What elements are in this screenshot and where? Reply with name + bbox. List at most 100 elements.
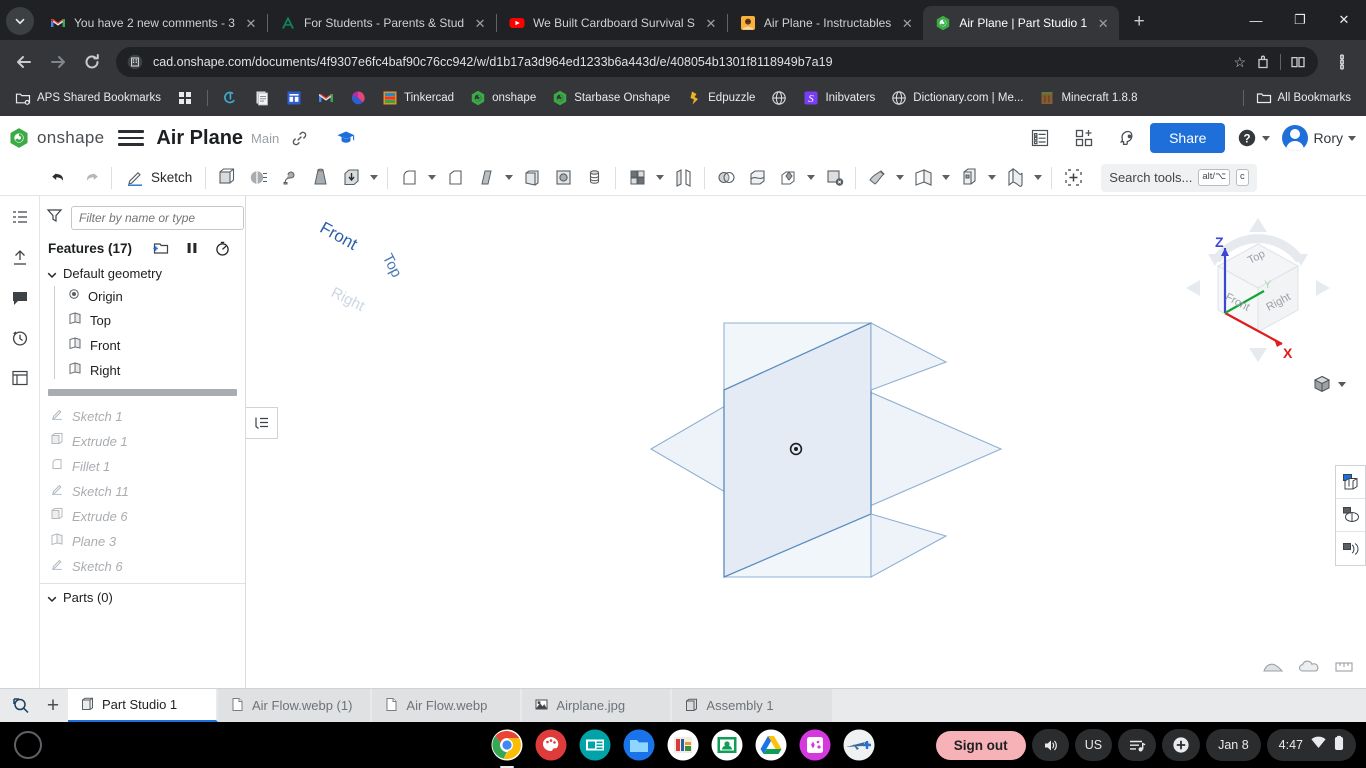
tab-close-icon[interactable]: ✕ [472, 15, 488, 31]
maximize-button[interactable]: ❐ [1278, 3, 1322, 37]
onshape-logo[interactable]: onshape [4, 127, 104, 149]
tree-node-sketch11[interactable]: Sketch 11 [40, 479, 245, 504]
sweep-button[interactable] [274, 163, 304, 193]
accessibility-button[interactable] [1162, 729, 1201, 761]
insert-part-icon[interactable] [6, 244, 34, 272]
tab-close-icon[interactable]: ✕ [703, 15, 719, 31]
files-icon[interactable] [623, 729, 655, 761]
tree-node-extrude1[interactable]: Extrude 1 [40, 429, 245, 454]
redo-button[interactable] [75, 163, 105, 193]
hole-button[interactable] [579, 163, 609, 193]
bottom-tab-assembly-1[interactable]: Assembly 1 [672, 689, 833, 722]
derive-dropdown[interactable] [985, 175, 999, 180]
bookmark-item[interactable] [311, 87, 341, 109]
keyboard-layout-button[interactable]: US [1074, 729, 1113, 761]
draft-button[interactable] [471, 163, 501, 193]
sheet-metal-button[interactable] [862, 163, 892, 193]
add-tab-button[interactable]: + [38, 689, 68, 722]
help-menu[interactable]: ? [1237, 128, 1271, 148]
main-menu-button[interactable] [118, 130, 145, 146]
page-info-icon[interactable] [126, 53, 144, 71]
branch-label[interactable]: Main [251, 131, 279, 146]
draft-dropdown[interactable] [502, 175, 516, 180]
curves-dropdown[interactable] [1031, 175, 1045, 180]
minimize-button[interactable]: — [1234, 3, 1278, 37]
transform-dropdown[interactable] [804, 175, 818, 180]
media-button[interactable] [1118, 729, 1157, 761]
document-title[interactable]: Air Plane [156, 127, 243, 150]
loft-button[interactable] [305, 163, 335, 193]
bookmark-item[interactable] [279, 87, 309, 109]
tab-search-button[interactable] [6, 7, 34, 35]
reading-list-icon[interactable] [1290, 54, 1306, 70]
undo-button[interactable] [44, 163, 74, 193]
cloud-icon[interactable] [1298, 660, 1320, 679]
bookmark-item[interactable]: Edpuzzle [679, 87, 762, 109]
tree-node-extrude6[interactable]: Extrude 6 [40, 504, 245, 529]
transform-button[interactable] [773, 163, 803, 193]
news-icon[interactable] [579, 729, 611, 761]
default-geometry-group[interactable]: Default geometry [40, 263, 245, 284]
section-view-button[interactable] [1336, 466, 1365, 499]
bookmark-item[interactable]: Tinkercad [375, 87, 461, 109]
add-app-icon[interactable] [1074, 128, 1094, 148]
search-tabs-icon[interactable] [4, 689, 38, 722]
ai-assistant-icon[interactable] [1118, 128, 1138, 148]
browser-tab[interactable]: You have 2 new comments - 3 ✕ [38, 6, 267, 40]
bookmark-item[interactable] [215, 87, 245, 109]
chamfer-button[interactable] [440, 163, 470, 193]
derive-button[interactable] [954, 163, 984, 193]
feature-list-icon[interactable] [6, 204, 34, 232]
tree-node-front[interactable]: Front [40, 333, 245, 358]
tree-node-top[interactable]: Top [40, 308, 245, 333]
sketch-button[interactable]: Sketch [118, 163, 199, 193]
bottom-tab-air-flow-webp-1[interactable]: Air Flow.webp (1) [218, 689, 373, 722]
render-icon[interactable] [1262, 660, 1284, 679]
solids-dropdown[interactable] [367, 175, 381, 180]
bookmark-item[interactable]: Minecraft 1.8.8 [1032, 87, 1144, 109]
bookmark-item[interactable] [764, 87, 794, 109]
tree-node-sketch6[interactable]: Sketch 6 [40, 554, 245, 579]
add-folder-icon[interactable] [152, 239, 170, 257]
plane-button[interactable] [908, 163, 938, 193]
thicken-button[interactable] [336, 163, 366, 193]
release-list-icon[interactable] [1030, 128, 1050, 148]
stopwatch-icon[interactable] [214, 240, 231, 257]
pattern-dropdown[interactable] [653, 175, 667, 180]
link-icon[interactable] [291, 130, 308, 147]
close-window-button[interactable]: ✕ [1322, 3, 1366, 37]
bookmark-item[interactable]: onshape [463, 87, 543, 109]
back-button[interactable] [8, 46, 40, 78]
bookmark-item[interactable] [170, 87, 200, 109]
tab-close-icon[interactable]: ✕ [899, 15, 915, 31]
tree-flyout-button[interactable] [246, 407, 278, 439]
tree-node-sketch1[interactable]: Sketch 1 [40, 404, 245, 429]
address-bar[interactable]: cad.onshape.com/documents/4f9307e6fc4baf… [116, 47, 1318, 77]
forward-button[interactable] [42, 46, 74, 78]
user-menu[interactable]: Rory [1282, 125, 1356, 151]
plane-dropdown[interactable] [939, 175, 953, 180]
boolean-button[interactable] [711, 163, 741, 193]
shell-button[interactable] [517, 163, 547, 193]
graduation-cap-icon[interactable] [336, 128, 356, 148]
display-state-button[interactable] [1336, 499, 1365, 532]
extensions-icon[interactable] [1255, 54, 1271, 70]
plane-app-icon[interactable] [843, 729, 875, 761]
tab-close-icon[interactable]: ✕ [243, 15, 259, 31]
volume-button[interactable] [1031, 729, 1069, 761]
view-cube[interactable]: Z X Y Top Front Right [1178, 210, 1338, 370]
fillet-button[interactable] [394, 163, 424, 193]
bookmark-item[interactable] [247, 87, 277, 109]
pause-icon[interactable] [184, 240, 200, 256]
bookmark-star-icon[interactable]: ☆ [1233, 54, 1246, 71]
tree-node-fillet1[interactable]: Fillet 1 [40, 454, 245, 479]
tree-node-origin[interactable]: Origin [40, 284, 245, 308]
comments-icon[interactable] [6, 284, 34, 312]
curves-button[interactable] [1000, 163, 1030, 193]
browser-tab-active[interactable]: Air Plane | Part Studio 1 ✕ [923, 6, 1120, 40]
sign-out-button[interactable]: Sign out [935, 730, 1026, 760]
new-tab-button[interactable]: + [1125, 8, 1153, 36]
explode-view-button[interactable] [1336, 532, 1365, 565]
bookmark-item[interactable] [343, 87, 373, 109]
browser-tab[interactable]: Air Plane - Instructables ✕ [728, 6, 923, 40]
